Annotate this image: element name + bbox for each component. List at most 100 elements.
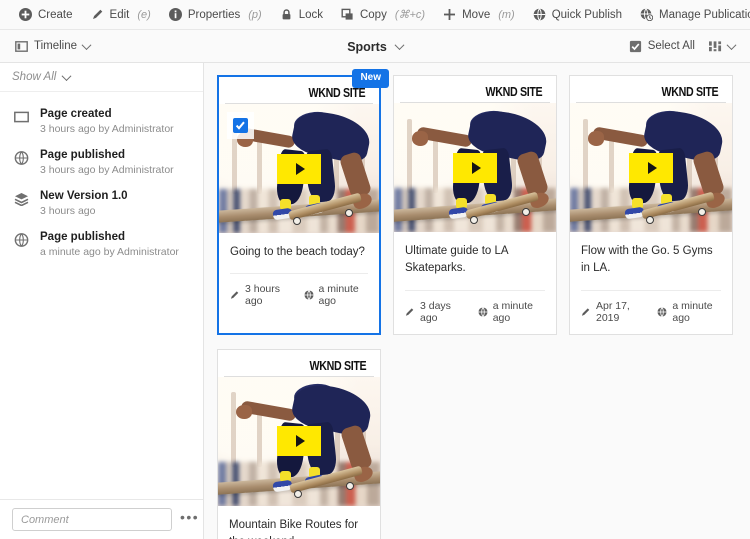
skateboard-wheel — [470, 216, 478, 224]
skateboard-wheel — [293, 217, 301, 225]
skateboard-wheel — [346, 481, 354, 490]
quick-publish-label: Quick Publish — [551, 8, 623, 21]
preview-image — [570, 103, 732, 232]
preview-header: WKND SITE — [225, 77, 373, 104]
preview-header: WKND SITE — [224, 350, 374, 377]
play-button[interactable] — [277, 426, 321, 456]
checkbox-checked-icon — [233, 118, 248, 133]
card-modified-time: 3 hours ago — [245, 283, 281, 308]
filter-chevron-down-icon — [61, 70, 72, 81]
card-title: Flow with the Go. 5 Gyms in LA. — [581, 245, 713, 275]
copy-button[interactable]: Copy (⌘+c) — [332, 0, 434, 30]
preview-header: WKND SITE — [400, 76, 550, 103]
move-shortcut: (m) — [498, 8, 515, 21]
card-published-time: a minute ago — [672, 299, 713, 324]
globe-icon — [478, 306, 488, 317]
list-item[interactable]: New Version 1.0 3 hours ago — [0, 183, 203, 224]
timeline-list: Page created 3 hours ago by Administrato… — [0, 92, 203, 499]
timeline-event-meta: 3 hours ago — [40, 205, 96, 217]
select-all-button[interactable]: Select All — [624, 30, 700, 63]
copy-icon — [341, 8, 354, 21]
title-chevron-down-icon[interactable] — [394, 40, 405, 51]
card-item[interactable]: WKND SITE — [569, 75, 733, 335]
quick-publish-button[interactable]: Quick Publish — [524, 0, 631, 30]
play-button[interactable] — [629, 152, 673, 183]
card-title: Ultimate guide to LA Skateparks. — [405, 245, 508, 275]
action-toolbar: Create Edit (e) Properties (p) Lock Copy… — [0, 0, 750, 30]
timeline-filter-button[interactable]: Show All — [0, 63, 203, 92]
timeline-event-meta: 3 hours ago by Administrator — [40, 123, 174, 135]
card-item[interactable]: New WKND SITE Going to the beach today? … — [217, 69, 389, 335]
edit-button[interactable]: Edit (e) — [82, 0, 160, 30]
card-footer: Apr 17, 2019 a minute ago — [581, 289, 721, 334]
card-modified-time: Apr 17, 2019 — [596, 299, 630, 324]
create-button[interactable]: Create — [10, 0, 82, 30]
timeline-event-meta: a minute ago by Administrator — [40, 246, 179, 258]
right-arm — [339, 423, 374, 472]
card-checkbox[interactable] — [227, 112, 254, 139]
pencil-icon — [91, 8, 104, 21]
comment-bar: ••• — [0, 499, 203, 539]
card-footer: 3 days ago a minute ago — [405, 289, 545, 334]
edit-shortcut: (e) — [137, 8, 151, 21]
add-circle-icon — [19, 8, 32, 21]
globe-icon — [303, 290, 314, 301]
card-published-time: a minute ago — [492, 299, 533, 324]
play-icon — [647, 161, 657, 174]
properties-button[interactable]: Properties (p) — [160, 0, 271, 30]
play-button[interactable] — [277, 153, 321, 184]
list-item[interactable]: Page published a minute ago by Administr… — [0, 224, 203, 265]
play-button[interactable] — [453, 152, 497, 183]
card-preview: WKND SITE — [394, 76, 556, 232]
manage-publication-button[interactable]: Manage Publication — [631, 0, 750, 30]
card-layout-icon — [709, 40, 722, 53]
site-brand: WKND SITE — [661, 84, 718, 99]
preview-header: WKND SITE — [576, 76, 726, 103]
content-header: Timeline Sports Select All — [0, 30, 750, 63]
timeline-event-meta: 3 hours ago by Administrator — [40, 164, 174, 176]
layers-icon — [13, 190, 30, 217]
globe-icon — [13, 231, 30, 258]
card-preview: WKND SITE — [570, 76, 732, 232]
card-item[interactable]: WKND SITE — [393, 75, 557, 335]
layout-switch-button[interactable] — [704, 30, 740, 63]
timeline-event-title: Page published — [40, 149, 125, 161]
list-item[interactable]: Page published 3 hours ago by Administra… — [0, 142, 203, 183]
comment-input[interactable] — [12, 508, 172, 531]
pencil-icon — [581, 307, 591, 317]
page-icon — [13, 108, 30, 135]
list-item[interactable]: Page created 3 hours ago by Administrato… — [0, 101, 203, 142]
pencil-icon — [405, 307, 415, 317]
move-button[interactable]: Move (m) — [434, 0, 524, 30]
right-arm — [691, 149, 726, 199]
status-badge: New — [352, 69, 389, 88]
edit-label: Edit — [109, 8, 130, 21]
timeline-event-title: New Version 1.0 — [40, 190, 128, 202]
play-icon — [471, 161, 481, 174]
properties-shortcut: (p) — [248, 8, 262, 21]
left-hand — [587, 131, 604, 146]
skateboard-wheel — [522, 208, 530, 216]
site-brand: WKND SITE — [309, 357, 366, 373]
right-arm — [515, 149, 550, 199]
globe-icon — [13, 149, 30, 176]
card-item[interactable]: WKND SITE — [217, 348, 381, 539]
globe-clock-icon — [640, 8, 654, 21]
skateboard-wheel — [345, 209, 353, 217]
timeline-event-title: Page created — [40, 108, 112, 120]
properties-label: Properties — [187, 8, 241, 21]
timeline-rail: Show All Page created 3 hours ago by Adm… — [0, 63, 204, 539]
pencil-icon — [230, 290, 240, 300]
preview-image — [219, 104, 379, 233]
info-circle-icon — [168, 8, 182, 21]
page-title: Sports — [347, 39, 387, 54]
plus-icon — [443, 8, 456, 21]
lock-button[interactable]: Lock — [271, 0, 332, 30]
comment-more-icon[interactable]: ••• — [180, 510, 199, 526]
play-icon — [295, 162, 305, 175]
skateboard-wheel — [698, 208, 706, 216]
rail-selector-button[interactable]: Timeline — [10, 30, 95, 63]
left-hand — [411, 131, 428, 146]
card-title: Mountain Bike Routes for the weekend. — [229, 518, 359, 539]
copy-label: Copy — [359, 8, 387, 21]
